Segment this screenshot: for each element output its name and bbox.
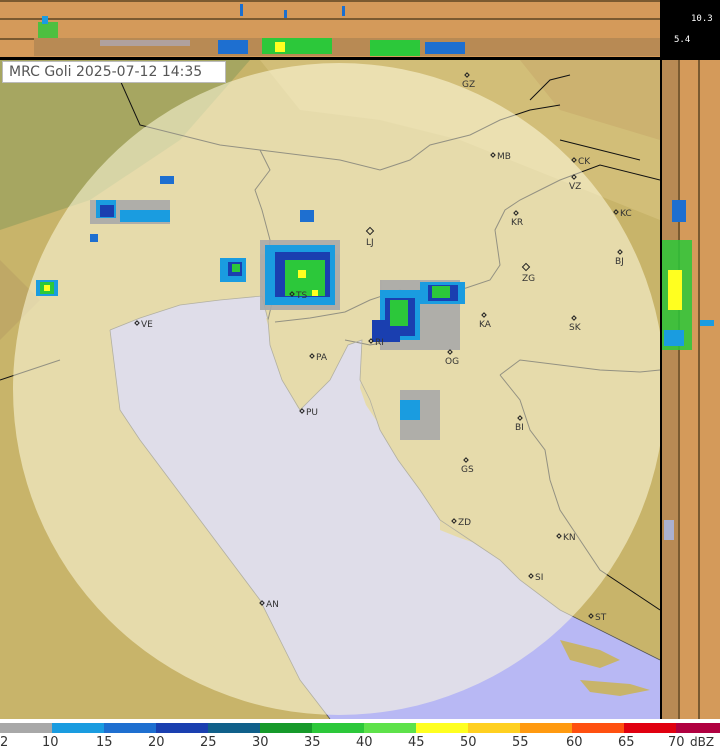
scale-segment — [312, 723, 364, 733]
city-label-kc: KC — [620, 209, 632, 219]
city-label-ve: VE — [141, 320, 153, 330]
scale-tick-label: 30 — [252, 735, 269, 750]
scale-segment — [364, 723, 416, 733]
scale-tick-label: 45 — [408, 735, 425, 750]
scale-segment — [0, 723, 52, 733]
city-label-bi: BI — [515, 423, 524, 433]
city-label-si: SI — [535, 573, 543, 583]
scale-tick-label: 50 — [460, 735, 477, 750]
title-date: 2025-07-12 — [75, 64, 158, 80]
scale-segment — [260, 723, 312, 733]
city-label-gs: GS — [461, 465, 474, 475]
city-label-pa: PA — [316, 353, 328, 363]
city-label-mb: MB — [497, 152, 511, 162]
scale-segment — [416, 723, 468, 733]
city-label-vz: VZ — [569, 182, 581, 192]
dbz-color-scale — [0, 723, 720, 733]
city-label-ts: TS — [295, 291, 307, 301]
scale-unit-label: dBZ — [690, 735, 715, 749]
right-cross-section — [660, 60, 720, 719]
city-label-gz: GZ — [462, 80, 475, 90]
scale-segment — [520, 723, 572, 733]
scale-segment — [572, 723, 624, 733]
radar-map: GZ MB CK VZ KC KR LJ BJ ZG TS VE KA SK RI PA OG PU BI GS ZD… — [0, 0, 720, 751]
scale-segment — [208, 723, 260, 733]
city-label-ka: KA — [479, 320, 492, 330]
scale-segment — [676, 723, 720, 733]
scale-tick-label: 10 — [42, 735, 59, 750]
city-label-sk: SK — [569, 323, 582, 333]
scale-segment — [624, 723, 676, 733]
title-box: MRC Goli 2025-07-12 14:35 — [2, 61, 226, 83]
scale-tick-label: 60 — [566, 735, 583, 750]
scale-tick-label: 2 — [0, 735, 9, 750]
height-readout: 10.3 5.4 — [660, 0, 720, 60]
scale-tick-label: 55 — [512, 735, 529, 750]
title-time: 14:35 — [161, 64, 203, 80]
top-cross-section — [0, 0, 660, 60]
city-label-zg: ZG — [522, 274, 535, 284]
city-label-og: OG — [445, 357, 459, 367]
city-label-bj: BJ — [615, 257, 624, 267]
radar-map-canvas: GZ MB CK VZ KC KR LJ BJ ZG TS VE KA SK RI PA OG PU BI GS ZD… — [0, 0, 720, 719]
city-label-ri: RI — [375, 338, 384, 348]
height-mid-value: 5.4 — [674, 35, 691, 45]
city-label-st: ST — [595, 613, 607, 623]
scale-segment — [156, 723, 208, 733]
city-label-kr: KR — [511, 218, 523, 228]
city-label-lj: LJ — [366, 238, 374, 248]
city-label-ck: CK — [578, 157, 591, 167]
scale-segment — [52, 723, 104, 733]
title-text: MRC Goli 2025-07-12 14:35 — [9, 64, 202, 80]
city-label-pu: PU — [306, 408, 318, 418]
radar-coverage-circle — [13, 63, 660, 715]
dbz-legend: 2 10 15 20 25 30 35 40 45 50 55 60 65 70 dBZ — [0, 719, 720, 751]
height-top-value: 10.3 — [691, 14, 713, 24]
scale-tick-label: 70 — [668, 735, 685, 750]
city-label-zd: ZD — [458, 518, 471, 528]
scale-segment — [104, 723, 156, 733]
city-label-an: AN — [266, 600, 279, 610]
scale-segment — [468, 723, 520, 733]
city-label-kn: KN — [563, 533, 576, 543]
scale-tick-label: 15 — [96, 735, 113, 750]
scale-tick-label: 35 — [304, 735, 321, 750]
scale-tick-label: 40 — [356, 735, 373, 750]
scale-tick-label: 20 — [148, 735, 165, 750]
scale-tick-label: 25 — [200, 735, 217, 750]
map-area — [0, 60, 660, 719]
scale-tick-label: 65 — [618, 735, 635, 750]
station-name: MRC Goli — [9, 64, 72, 80]
